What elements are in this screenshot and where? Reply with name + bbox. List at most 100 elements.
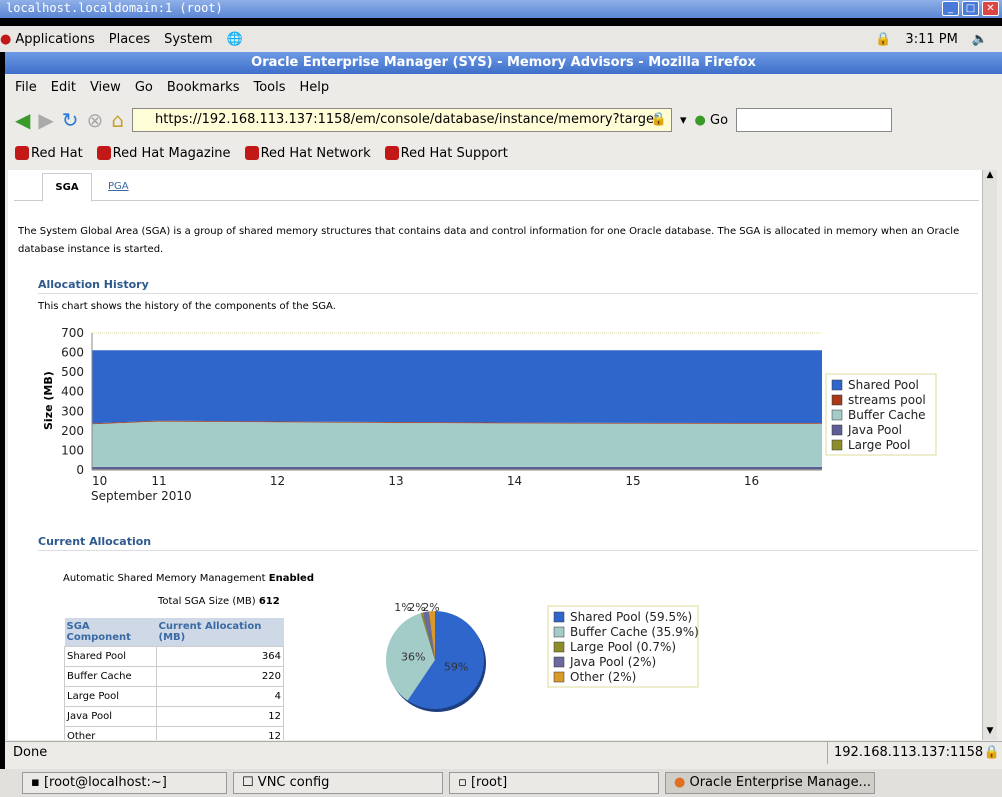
tab-sga[interactable]: SGA (42, 173, 92, 202)
legend-swatch (831, 409, 843, 421)
y-tick-label: 400 (61, 385, 84, 399)
legend-swatch (831, 439, 843, 451)
bookmark-red-hat-network[interactable]: Red Hat Network (244, 145, 371, 161)
allocation-value: 364 (156, 646, 284, 667)
stop-icon[interactable]: ⊗ (87, 108, 104, 132)
total-sga-label: Total SGA Size (MB) (158, 596, 256, 607)
x-tick-label: 13 (388, 474, 403, 488)
scroll-up-icon[interactable]: ▲ (983, 170, 997, 184)
menu-go[interactable]: Go (135, 80, 153, 95)
sga-component-table: SGA Component Current Allocation (MB) Sha… (64, 618, 284, 740)
table-row: Shared Pool 364 (64, 646, 284, 667)
component-name: Shared Pool (64, 646, 157, 667)
y-axis-label: Size (MB) (42, 371, 55, 430)
system-menu[interactable]: System (164, 32, 212, 47)
area-shared-pool (92, 350, 822, 424)
scroll-down-icon[interactable]: ▼ (983, 726, 997, 736)
ssl-lock-icon: 🔒 (983, 745, 1000, 760)
tab-pga[interactable]: PGA (108, 173, 129, 202)
places-menu[interactable]: Places (109, 32, 150, 47)
allocation-value: 4 (156, 686, 284, 707)
menu-file[interactable]: File (15, 80, 37, 95)
legend-swatch (831, 394, 843, 406)
firefox-icon: ● (674, 775, 686, 790)
taskbar-firefox[interactable]: ● Oracle Enterprise Manage... (665, 772, 875, 794)
column-header[interactable]: SGA Component (64, 618, 157, 647)
clock[interactable]: 3:11 PM (905, 32, 957, 47)
menu-tools[interactable]: Tools (253, 80, 285, 95)
menu-bookmarks[interactable]: Bookmarks (167, 80, 240, 95)
menu-bar: File Edit View Go Bookmarks Tools Help (5, 74, 1002, 100)
legend-swatch (553, 671, 565, 683)
vnc-title-bar: localhost.localdomain:1 (root) (0, 0, 1002, 18)
vertical-scrollbar[interactable]: ▲ ▼ (982, 170, 997, 740)
sga-description: The System Global Area (SGA) is a group … (18, 226, 960, 255)
legend-label: Shared Pool (848, 378, 919, 392)
menu-help[interactable]: Help (300, 80, 330, 95)
legend-swatch (553, 611, 565, 623)
taskbar: ▪ [root@localhost:~] ☐ VNC config ▫ [roo… (0, 769, 1002, 797)
allocation-history-description: This chart shows the history of the comp… (38, 301, 336, 312)
minimize-icon[interactable]: _ (942, 1, 959, 16)
back-icon[interactable]: ◀ (15, 108, 30, 132)
component-name: Other (64, 726, 157, 740)
taskbar-terminal[interactable]: ▪ [root@localhost:~] (22, 772, 227, 794)
window-title: Oracle Enterprise Manager (SYS) - Memory… (5, 52, 1002, 74)
bookmark-label: Red Hat (31, 145, 83, 161)
legend-swatch (831, 424, 843, 436)
taskbar-root-folder[interactable]: ▫ [root] (449, 772, 659, 794)
close-icon[interactable]: ✕ (982, 1, 999, 16)
column-header[interactable]: Current Allocation (MB) (156, 618, 284, 647)
maximize-icon[interactable]: □ (962, 1, 979, 16)
pie-label: 59% (444, 660, 468, 673)
status-host: 192.168.113.137:1158 (827, 742, 983, 764)
page-content: SGA PGA The System Global Area (SGA) is … (8, 170, 982, 740)
component-name: Buffer Cache (64, 666, 157, 687)
component-name: Java Pool (64, 706, 157, 727)
bookmarks-toolbar: Red Hat Red Hat Magazine Red Hat Network… (5, 140, 1002, 166)
allocation-history-chart: 0 100 200 300 400 500 600 700 10 11 12 13 14 15 16 Sept… (42, 326, 937, 503)
network-icon[interactable]: 🌐 (227, 32, 243, 47)
asmm-value: Enabled (268, 573, 314, 584)
legend-swatch (553, 656, 565, 668)
redhat-icon (384, 146, 399, 160)
x-tick-label: 14 (507, 474, 522, 488)
y-tick-label: 0 (76, 463, 84, 477)
forward-icon[interactable]: ▶ (38, 108, 53, 132)
home-icon[interactable]: ⌂ (111, 108, 124, 132)
task-label: [root@localhost:~] (43, 775, 167, 790)
menu-edit[interactable]: Edit (51, 80, 76, 95)
legend-label: Buffer Cache (848, 408, 926, 422)
asmm-row: Automatic Shared Memory Management Enabl… (63, 573, 314, 584)
menu-view[interactable]: View (90, 80, 121, 95)
y-tick-label: 300 (61, 404, 84, 418)
applications-menu[interactable]: Applications (15, 32, 94, 47)
task-label: VNC config (257, 775, 330, 790)
legend-swatch (553, 626, 565, 638)
search-input[interactable] (736, 108, 893, 132)
bookmark-red-hat-magazine[interactable]: Red Hat Magazine (96, 146, 231, 161)
task-label: [root] (470, 775, 508, 790)
url-dropdown-icon[interactable]: ▾ (680, 113, 687, 128)
bookmark-red-hat[interactable]: Red Hat (15, 146, 83, 161)
legend-swatch (831, 379, 843, 391)
go-label: Go (710, 112, 729, 128)
legend-swatch (553, 641, 565, 653)
legend-label: Large Pool (848, 438, 910, 452)
area-java-pool (92, 466, 822, 470)
tab-bar: SGA PGA (14, 173, 979, 202)
total-sga-row: Total SGA Size (MB) 612 (158, 596, 280, 607)
reload-icon[interactable]: ↻ (62, 108, 79, 132)
bookmark-label: Red Hat Network (260, 145, 371, 161)
gnome-panel: ● Applications Places System 🌐 🔒 3:11 PM… (0, 26, 1002, 52)
legend-label: Other (2%) (570, 670, 636, 684)
pie-label: 2% (422, 601, 439, 614)
bookmark-red-hat-support[interactable]: Red Hat Support (384, 146, 508, 161)
taskbar-vnc-config[interactable]: ☐ VNC config (233, 772, 443, 794)
url-bar[interactable]: https://192.168.113.137:1158/em/console/… (132, 108, 673, 132)
component-name: Large Pool (64, 686, 157, 707)
allocation-value: 12 (156, 706, 284, 727)
go-button[interactable]: ● Go (695, 113, 729, 128)
lock-icon[interactable]: 🔒 (875, 32, 891, 47)
volume-icon[interactable]: 🔈 (972, 32, 988, 47)
